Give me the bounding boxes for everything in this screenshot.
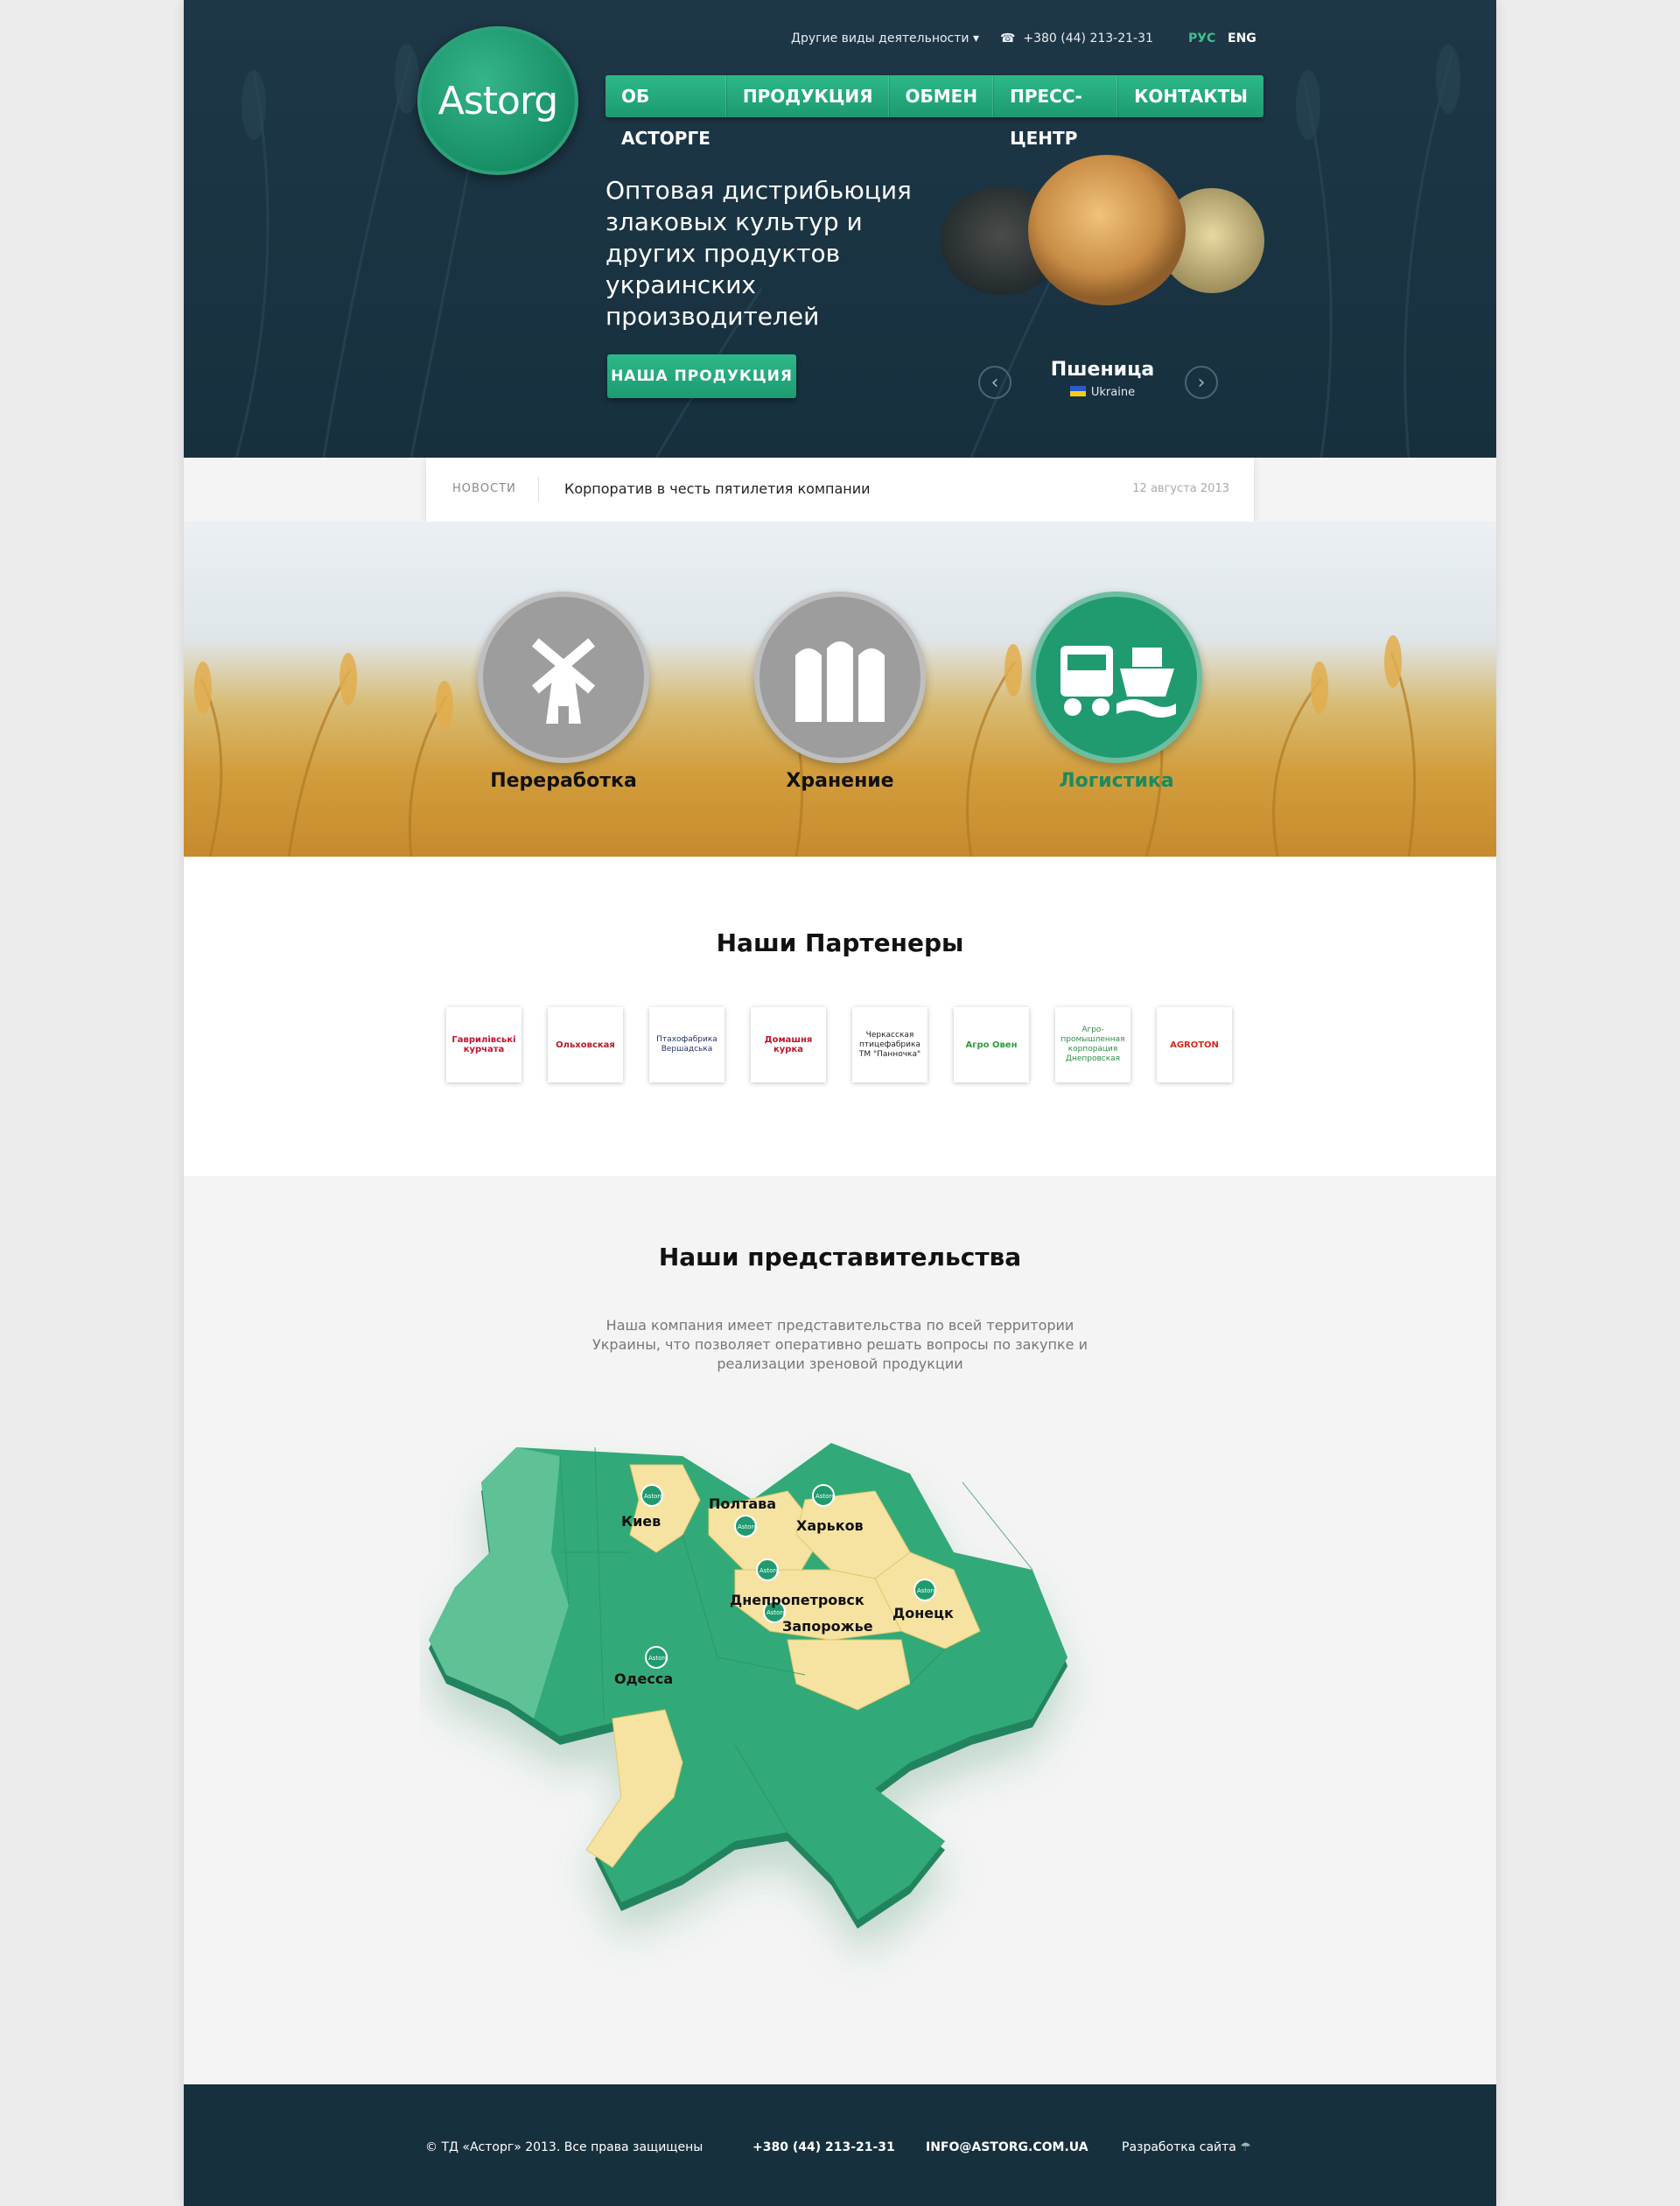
- lang-en[interactable]: ENG: [1228, 32, 1256, 46]
- nav-exchange[interactable]: ОБМЕН: [890, 75, 995, 117]
- partner-logo-4[interactable]: Домашня курка: [751, 1007, 826, 1082]
- top-bar: Другие виды деятельности ▾ ☎ +380 (44) 2…: [184, 32, 1496, 49]
- partner-logo-3[interactable]: Птахофабрика Вершадська: [649, 1007, 724, 1082]
- phone-number: +380 (44) 213-21-31: [1023, 32, 1153, 46]
- caret-down-icon: ▾: [972, 32, 979, 46]
- partners-title: Наши Партенеры: [716, 928, 964, 957]
- partner-logo-6[interactable]: Агро Овен: [954, 1007, 1029, 1082]
- partner-logo-1[interactable]: Гаврилівські курчата: [446, 1007, 522, 1082]
- silo-icon: [795, 641, 885, 722]
- marker-label: Astorg: [760, 1567, 780, 1574]
- product-origin-text: Ukraine: [1090, 386, 1136, 399]
- hero-header: Astorg Другие виды деятельности ▾ ☎ +380…: [184, 0, 1496, 458]
- partner-logo-4-text: Домашня курка: [764, 1035, 813, 1054]
- chevron-right-icon: ›: [1197, 372, 1206, 394]
- marker-label: Astorg: [766, 1609, 787, 1616]
- marker-label: Astorg: [644, 1493, 664, 1500]
- partner-logo-2[interactable]: Ольховская: [548, 1007, 623, 1082]
- city-donetsk[interactable]: Донецк: [892, 1605, 954, 1621]
- developer-logo-icon: ☂: [1240, 2140, 1251, 2154]
- other-activities-dropdown[interactable]: Другие виды деятельности ▾: [791, 32, 979, 46]
- partner-logo-5-text: Черкасская птицефабрика ТМ "Панночка": [858, 1030, 921, 1059]
- service-storage-label: Хранение: [786, 770, 894, 792]
- footer-dev-link[interactable]: Разработка сайта ☂: [1122, 2140, 1251, 2154]
- processing-circle: [478, 592, 649, 763]
- logistics-circle: [1031, 592, 1202, 763]
- service-storage[interactable]: Хранение: [752, 592, 928, 792]
- other-activities-label: Другие виды деятельности: [791, 32, 970, 46]
- product-name: Пшеница: [1050, 359, 1155, 381]
- news-divider: [538, 477, 539, 501]
- marker-label: Astorg: [917, 1587, 937, 1594]
- news-label: НОВОСТИ: [452, 482, 516, 495]
- city-dnipro[interactable]: Днепропетровск: [730, 1592, 864, 1608]
- partner-logo-7[interactable]: Агро-промышленная корпорация Днепровская: [1055, 1007, 1130, 1082]
- offices-title: Наши представительства: [658, 1243, 1022, 1271]
- partner-logo-7-text: Агро-промышленная корпорация Днепровская: [1060, 1026, 1125, 1063]
- marker-label: Astorg: [648, 1655, 668, 1662]
- truck-ship-icon: [1060, 646, 1176, 718]
- offices-section: Наши представительства Наша компания име…: [184, 1176, 1496, 2084]
- partners-section: Наши Партенеры Гаврилівські курчата Ольх…: [184, 857, 1496, 1176]
- windmill-icon: [531, 638, 596, 724]
- partner-logo-5[interactable]: Черкасская птицефабрика ТМ "Панночка": [852, 1007, 928, 1082]
- nav-press[interactable]: ПРЕСС-ЦЕНТР: [994, 75, 1119, 149]
- phone-icon: ☎: [1000, 32, 1016, 46]
- service-logistics-label: Логистика: [1059, 770, 1174, 792]
- footer-copyright: © ТД «Асторг» 2013. Все права защищены: [425, 2140, 704, 2154]
- footer: © ТД «Асторг» 2013. Все права защищены +…: [184, 2084, 1496, 2206]
- footer-dev-text: Разработка сайта: [1122, 2140, 1236, 2154]
- partner-logo-3-text: Птахофабрика Вершадська: [656, 1035, 718, 1054]
- partner-logo-8-text: AGROTON: [1170, 1040, 1219, 1050]
- nav-products[interactable]: ПРОДУКЦИЯ: [727, 75, 890, 117]
- city-kiev[interactable]: Киев: [621, 1513, 661, 1530]
- footer-phone: +380 (44) 213-21-31: [752, 2140, 895, 2154]
- city-zaporizhzhia[interactable]: Запорожье: [782, 1618, 873, 1635]
- partner-logo-8[interactable]: AGROTON: [1157, 1007, 1232, 1082]
- marker-label: Astorg: [738, 1523, 758, 1530]
- service-logistics[interactable]: Логистика: [1029, 592, 1204, 792]
- product-origin: Ukraine: [1015, 386, 1190, 399]
- nav-about[interactable]: ОБ АСТОРГЕ: [606, 75, 727, 149]
- partner-logo-1-text: Гаврилівські курчата: [452, 1035, 516, 1054]
- city-odessa[interactable]: Одесса: [614, 1670, 673, 1687]
- lang-ru[interactable]: РУС: [1188, 32, 1215, 46]
- chevron-left-icon: ‹: [990, 372, 999, 394]
- our-products-button[interactable]: НАША ПРОДУКЦИЯ: [607, 354, 796, 398]
- marker-label: Astorg: [816, 1493, 836, 1500]
- city-poltava[interactable]: Полтава: [709, 1495, 776, 1512]
- main-nav: ОБ АСТОРГЕ ПРОДУКЦИЯ ОБМЕН ПРЕСС-ЦЕНТР К…: [606, 75, 1264, 149]
- footer-email[interactable]: INFO@ASTORG.COM.UA: [926, 2140, 1088, 2154]
- partner-logo-2-text: Ольховская: [556, 1040, 615, 1050]
- offices-description: Наша компания имеет представительства по…: [592, 1317, 1088, 1372]
- logo-text: Astorg: [438, 78, 558, 123]
- page: Astorg Другие виды деятельности ▾ ☎ +380…: [184, 0, 1496, 2206]
- partner-logo-6-text: Агро Овен: [965, 1040, 1018, 1050]
- header-phone: ☎ +380 (44) 213-21-31: [1000, 32, 1153, 46]
- service-processing-label: Переработка: [490, 770, 637, 792]
- ukraine-map[interactable]: Astorg Astorg Astorg Astorg Astorg Astor…: [420, 1430, 1260, 1999]
- ukraine-flag-icon: [1069, 386, 1086, 396]
- news-title-link[interactable]: Корпоратив в честь пятилетия компании: [564, 480, 871, 497]
- nav-contacts[interactable]: КОНТАКТЫ: [1118, 75, 1264, 117]
- prev-product-arrow[interactable]: ‹: [978, 366, 1012, 399]
- news-date: 12 августа 2013: [1132, 482, 1229, 495]
- services-section: Переработка Хранение Логистика: [184, 522, 1496, 857]
- storage-circle: [754, 592, 926, 763]
- service-processing[interactable]: Переработка: [476, 592, 651, 792]
- news-ticker: НОВОСТИ Корпоратив в честь пятилетия ком…: [426, 458, 1254, 522]
- tagline: Оптовая дистрибьюция злаковых культур и …: [606, 176, 912, 331]
- city-kharkiv[interactable]: Харьков: [796, 1517, 864, 1534]
- grain-piles-image: [941, 155, 1264, 305]
